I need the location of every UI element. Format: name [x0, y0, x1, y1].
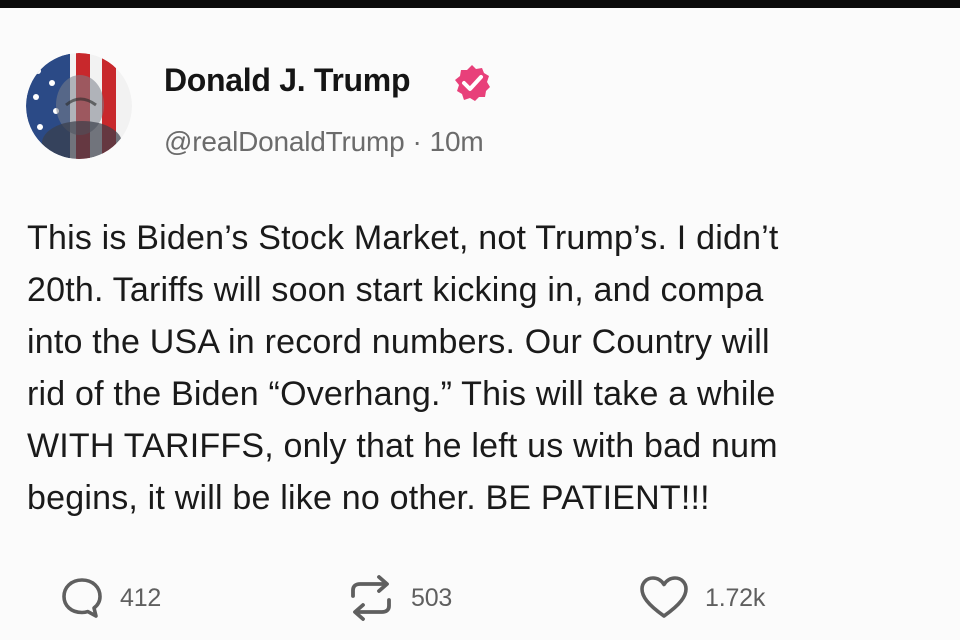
post-body-line: 20th. Tariffs will soon start kicking in… [27, 271, 764, 309]
post-body-line: This is Biden’s Stock Market, not Trump’… [27, 219, 779, 257]
avatar[interactable] [26, 53, 132, 159]
repost-button[interactable]: 503 [345, 570, 452, 626]
meta-separator: · [412, 126, 422, 157]
like-count: 1.72k [705, 583, 766, 612]
reply-button[interactable]: 412 [58, 570, 161, 626]
heart-icon [640, 576, 688, 618]
verified-badge-icon [452, 63, 492, 103]
post-body-line: WITH TARIFFS, only that he left us with … [27, 427, 778, 465]
repost-icon [351, 575, 391, 621]
reply-icon [62, 578, 102, 618]
repost-count: 503 [411, 583, 453, 612]
post-body: This is Biden’s Stock Market, not Trump’… [27, 212, 960, 524]
flag-portrait-avatar-icon [26, 53, 132, 159]
reply-count: 412 [120, 583, 162, 612]
post-body-line: rid of the Biden “Overhang.” This will t… [27, 375, 776, 413]
post-card: Donald J. Trump @realDonaldTrump · 10m Thi… [0, 8, 960, 640]
post-body-line: begins, it will be like no other. BE PAT… [27, 479, 710, 517]
author-handle[interactable]: @realDonaldTrump [164, 126, 405, 157]
author-name[interactable]: Donald J. Trump [164, 62, 411, 99]
author-meta: @realDonaldTrump · 10m [164, 126, 484, 158]
post-timestamp[interactable]: 10m [430, 126, 484, 157]
post-body-line: into the USA in record numbers. Our Coun… [27, 323, 770, 361]
post-actions: 412 503 1.72k [0, 570, 960, 630]
screen-top-bar [0, 0, 960, 8]
like-button[interactable]: 1.72k [637, 570, 765, 626]
